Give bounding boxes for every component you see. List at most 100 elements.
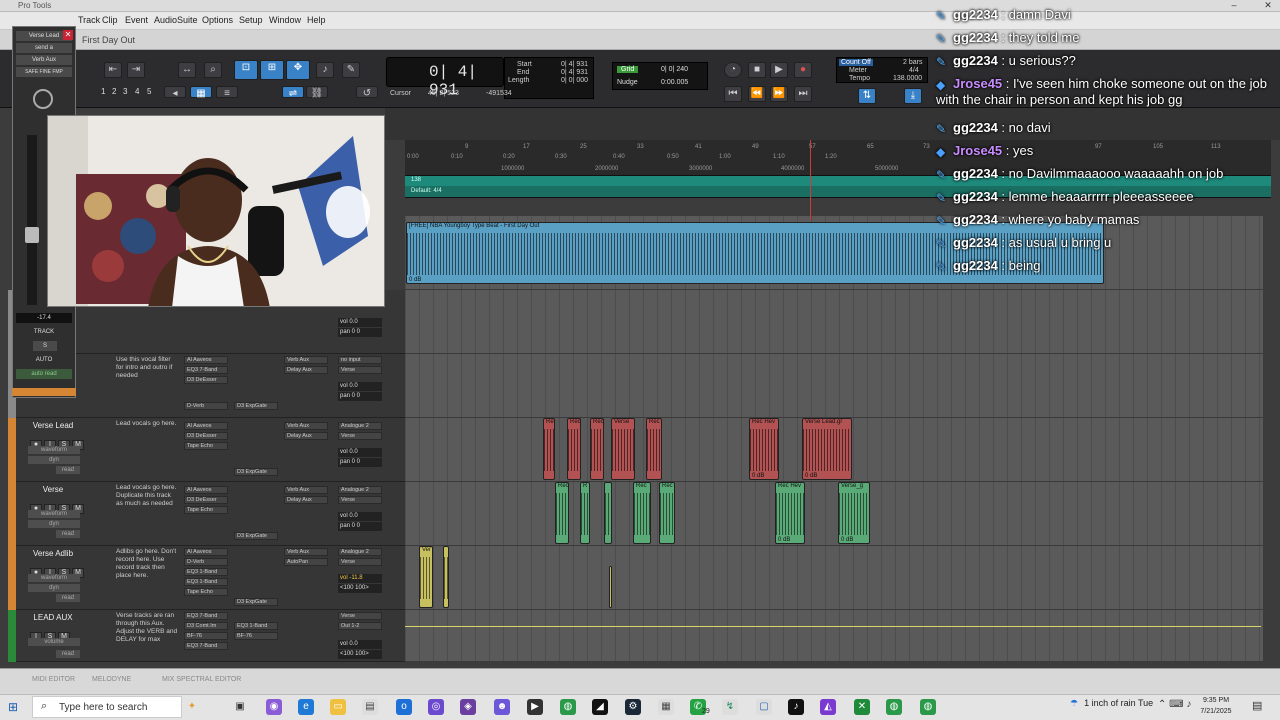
start-value[interactable]: 0| 4| 931: [561, 61, 588, 68]
input-selector[interactable]: Analogue 2: [338, 486, 382, 494]
send-slot[interactable]: Verb Aux: [284, 486, 328, 494]
count-off-label[interactable]: Count Off: [839, 59, 873, 66]
zoom-preset-3[interactable]: 3: [123, 87, 127, 96]
main-counter[interactable]: 0| 4| 931: [386, 57, 504, 99]
play-button[interactable]: ▶: [770, 62, 788, 78]
clip-verse[interactable]: Rec: [555, 482, 569, 544]
volume-fader-track[interactable]: [27, 135, 37, 305]
clip-verse-lead[interactable]: Verse Lead.gr 0 dB: [802, 418, 852, 480]
zoom-in-icon[interactable]: ⇤: [104, 62, 122, 78]
insert-slot[interactable]: BF-76: [184, 632, 228, 640]
clip-adlib[interactable]: Ver: [419, 546, 433, 608]
insert-slot[interactable]: Al Aaveos: [184, 548, 228, 556]
selector-tool-icon[interactable]: ⊞: [260, 60, 284, 80]
clip-verse[interactable]: Rec: [659, 482, 675, 544]
track-lead-aux[interactable]: LEAD AUX ISM volume read Verse tracks ar…: [8, 610, 405, 662]
insert-slot[interactable]: EQ3 1-Band: [184, 568, 228, 576]
tiktok-icon[interactable]: ♪: [788, 699, 804, 715]
tray-icons[interactable]: ⌃ ⌨ ♪: [1158, 699, 1191, 710]
insert-slot[interactable]: EQ3 7-Band: [184, 366, 228, 374]
pan-readout[interactable]: <100 100>: [338, 650, 382, 659]
volume-readout[interactable]: vol 0.0: [338, 382, 382, 391]
pan-readout[interactable]: pan 0 0: [338, 522, 382, 531]
media-icon[interactable]: ▶: [527, 699, 543, 715]
track-view-selector[interactable]: waveform: [28, 574, 80, 582]
input-selector[interactable]: Analogue 2: [338, 422, 382, 430]
clock[interactable]: 9:35 PM 7/21/2025: [1196, 695, 1236, 717]
grabber-tool-icon[interactable]: ✥: [286, 60, 310, 80]
menu-window[interactable]: Window: [269, 15, 301, 25]
copilot-icon[interactable]: ✦: [184, 699, 200, 715]
grid-value[interactable]: 0| 0| 240: [661, 66, 688, 73]
clip-verse[interactable]: [604, 482, 612, 544]
send-slot[interactable]: D3 ExpGate: [234, 532, 278, 540]
insert-slot[interactable]: Al Aaveos: [184, 356, 228, 364]
link-icon[interactable]: ⛓: [306, 86, 328, 99]
footer-midi-editor[interactable]: MIDI EDITOR: [32, 676, 75, 683]
zoom-preset-1[interactable]: 1: [101, 87, 105, 96]
clip-verse-lead[interactable]: Re: [543, 418, 555, 480]
send-slot[interactable]: Delay Aux: [284, 366, 328, 374]
app-icon[interactable]: ↯: [722, 699, 738, 715]
insert-slot[interactable]: D3 DeEsser: [184, 432, 228, 440]
windows-start-icon[interactable]: ⊞: [8, 700, 18, 714]
outlook-icon[interactable]: o: [396, 699, 412, 715]
tab-to-transient-icon[interactable]: ⇌: [282, 86, 304, 99]
track-verse-lead[interactable]: Verse Lead ● I S M waveform dyn read Lead v…: [8, 418, 405, 482]
insert-slot[interactable]: D3 DeEsser: [184, 496, 228, 504]
menu-clip[interactable]: Clip: [102, 15, 118, 25]
pan-readout[interactable]: <100 100>: [338, 584, 382, 593]
clip-adlib[interactable]: [609, 566, 612, 608]
volume-automation-line[interactable]: [405, 626, 1261, 627]
volume-readout[interactable]: vol 0.0: [338, 448, 382, 457]
mixer-volume-readout[interactable]: -17.4: [16, 313, 72, 323]
pencil-tool-icon[interactable]: ✎: [342, 62, 360, 78]
insert-slot[interactable]: Tape Echo: [184, 506, 228, 514]
volume-readout[interactable]: vol -11.8: [338, 574, 382, 583]
zoom-preset-4[interactable]: 4: [135, 87, 139, 96]
app-icon[interactable]: ◭: [820, 699, 836, 715]
mixer-solo-button[interactable]: S: [33, 341, 57, 351]
shuffle-mode-icon[interactable]: ≡: [216, 86, 238, 99]
zoom-preset-2[interactable]: 2: [112, 87, 116, 96]
track-verse-adlib[interactable]: Verse Adlib ● I S M waveform dyn read Adlib…: [8, 546, 405, 610]
app-icon[interactable]: ▦: [658, 699, 674, 715]
nudge-label[interactable]: Nudge: [617, 79, 638, 86]
grid-mode-icon[interactable]: ▦: [190, 86, 212, 99]
excel-icon[interactable]: ✕: [854, 699, 870, 715]
zoom-out-icon[interactable]: ⇥: [127, 62, 145, 78]
send-slot[interactable]: Verb Aux: [284, 422, 328, 430]
insert-slot[interactable]: Al Aaveos: [184, 422, 228, 430]
footer-spectral-editor[interactable]: MIX SPECTRAL EDITOR: [162, 676, 241, 683]
discord-icon[interactable]: ☻: [494, 699, 510, 715]
insert-slot[interactable]: D-Verb: [184, 402, 228, 410]
app-icon[interactable]: ◉: [266, 699, 282, 715]
track-view-selector[interactable]: waveform: [28, 510, 80, 518]
meter-marker[interactable]: Default: 4/4: [411, 188, 442, 194]
rewind-button[interactable]: ⏪: [748, 86, 766, 102]
tempo-marker[interactable]: 138: [411, 177, 421, 183]
pan-readout[interactable]: pan 0 0: [338, 328, 382, 337]
meter-value[interactable]: 4/4: [909, 67, 919, 74]
insert-slot[interactable]: Tape Echo: [184, 588, 228, 596]
menu-options[interactable]: Options: [202, 15, 233, 25]
clip-verse[interactable]: Verse_g 0 dB: [838, 482, 870, 544]
online-icon[interactable]: ◔: [724, 62, 742, 78]
insert-slot[interactable]: Tape Echo: [184, 442, 228, 450]
clip-verse[interactable]: R: [580, 482, 590, 544]
insert-slot[interactable]: EQ3 7-Band: [184, 612, 228, 620]
track-view-selector[interactable]: waveform: [28, 446, 80, 454]
send-slot[interactable]: D3 ExpGate: [234, 402, 278, 410]
clip-verse-lead[interactable]: Verse: [611, 418, 635, 480]
footer-melodyne[interactable]: MELODYNE: [92, 676, 131, 683]
stop-button[interactable]: ■: [748, 62, 766, 78]
send-slot[interactable]: D3 ExpGate: [234, 468, 278, 476]
output-selector[interactable]: Verse: [338, 496, 382, 504]
playlist-selector[interactable]: dyn: [28, 456, 80, 464]
weather-widget[interactable]: ☂ 1 inch of rain Tue: [1070, 698, 1153, 709]
pan-readout[interactable]: pan 0 0: [338, 458, 382, 467]
output-selector[interactable]: Out 1-2: [338, 622, 382, 630]
go-to-end-button[interactable]: ⏭: [794, 86, 812, 102]
input-selector[interactable]: Analogue 2: [338, 548, 382, 556]
pan-knob-icon[interactable]: [33, 89, 53, 109]
